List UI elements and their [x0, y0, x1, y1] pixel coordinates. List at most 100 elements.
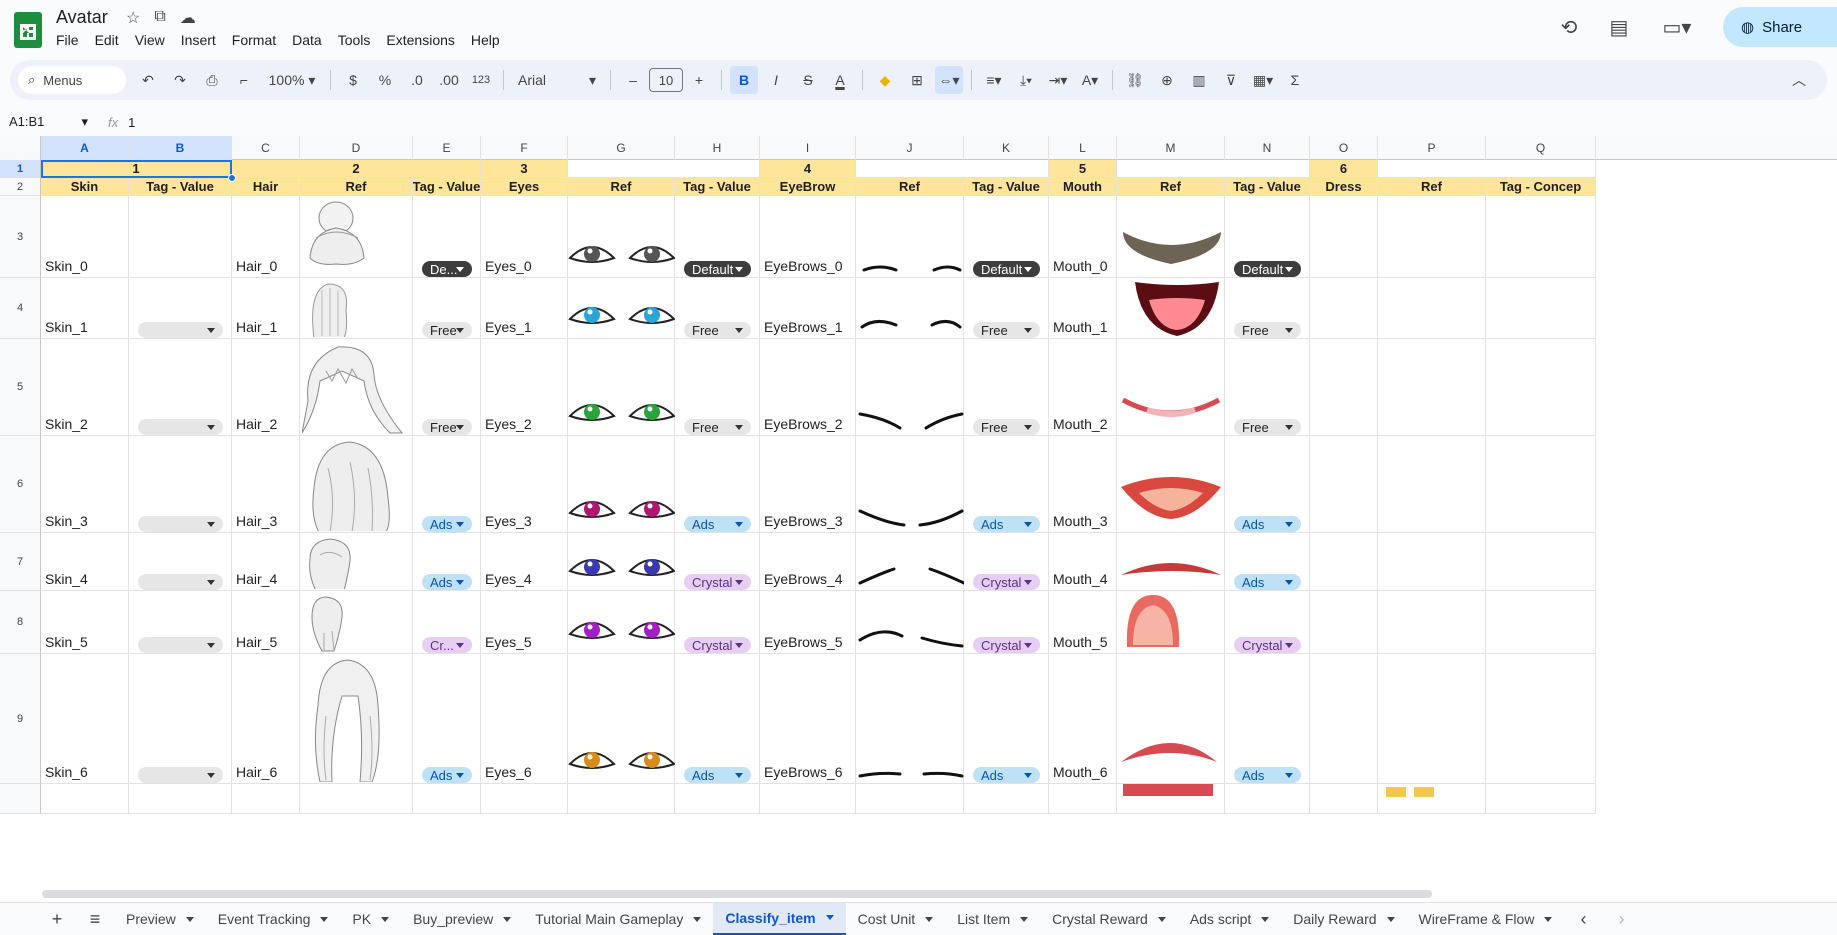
add-sheet-icon[interactable]: +	[38, 909, 76, 930]
chevron-down-icon[interactable]	[1157, 916, 1166, 922]
group-number-cell[interactable]: 6	[1310, 160, 1378, 178]
eyes-name-cell[interactable]: Eyes_2	[481, 339, 568, 436]
header-cell-k[interactable]: Tag - Value	[964, 178, 1049, 196]
scroll-tabs-right-icon[interactable]: ›	[1602, 909, 1640, 930]
column-header-e[interactable]: E	[413, 136, 481, 160]
more-formats-button[interactable]: 123	[467, 66, 495, 94]
column-header-b[interactable]: B	[129, 136, 232, 160]
merge-cells-icon[interactable]: ⇔▾	[935, 66, 963, 94]
mouth-tag-dropdown[interactable]: Crystal	[1234, 637, 1301, 653]
cell-e9[interactable]	[413, 654, 481, 784]
spreadsheet-grid[interactable]: ABCDEFGHIJKLMNOPQ 1 2 3 4 5 6 7 8 9 1 2 3 4 5 6 Skin Tag…	[0, 136, 1837, 902]
menu-search[interactable]: ⌕ Menus	[18, 66, 126, 94]
cell-k9[interactable]	[964, 654, 1049, 784]
menu-edit[interactable]: Edit	[95, 32, 125, 48]
undo-icon[interactable]: ↶	[134, 66, 162, 94]
menu-format[interactable]: Format	[232, 32, 282, 48]
hair-name-cell[interactable]: Hair_5	[232, 591, 300, 654]
brow-name-cell[interactable]: EyeBrows_1	[760, 278, 856, 339]
column-header-i[interactable]: I	[760, 136, 856, 160]
sheet-tab-tutorial-main-gameplay[interactable]: Tutorial Main Gameplay	[523, 903, 713, 935]
eyes-tag-dropdown[interactable]: Default	[684, 261, 751, 277]
cell-q7[interactable]	[1486, 533, 1596, 591]
hair-name-cell[interactable]: Hair_0	[232, 196, 300, 278]
cell-h9[interactable]	[675, 654, 760, 784]
eyes-tag-dropdown[interactable]: Ads	[684, 767, 751, 783]
cell-partial[interactable]	[760, 784, 856, 814]
header-cell-m[interactable]: Ref	[1117, 178, 1225, 196]
cell-p3[interactable]	[1378, 196, 1486, 278]
hair-tag-dropdown[interactable]: Ads	[422, 516, 472, 532]
eyes-name-cell[interactable]: Eyes_5	[481, 591, 568, 654]
text-rotation-icon[interactable]: A▾	[1076, 66, 1104, 94]
brow-tag-dropdown[interactable]: Ads	[973, 767, 1040, 783]
cell-q9[interactable]	[1486, 654, 1596, 784]
skin-name-cell[interactable]: Skin_5	[41, 591, 129, 654]
cell-partial[interactable]	[1310, 784, 1378, 814]
header-cell-l[interactable]: Mouth	[1049, 178, 1117, 196]
star-icon[interactable]: ☆	[126, 8, 140, 28]
vertical-align-icon[interactable]: ⤓▾	[1012, 66, 1040, 94]
header-cell-h[interactable]: Tag - Value	[675, 178, 760, 196]
skin-tag-dropdown[interactable]	[138, 637, 223, 653]
fill-color-icon[interactable]: ◆	[871, 66, 899, 94]
empty-cell[interactable]	[568, 160, 760, 178]
sheet-tab-ads-script[interactable]: Ads script	[1178, 903, 1281, 935]
cell-partial[interactable]	[41, 784, 129, 814]
currency-button[interactable]: $	[339, 66, 367, 94]
skin-name-cell[interactable]: Skin_3	[41, 436, 129, 533]
sheet-tab-cost-unit[interactable]: Cost Unit	[846, 903, 946, 935]
brow-tag-dropdown[interactable]: Free	[973, 322, 1040, 338]
header-cell-g[interactable]: Ref	[568, 178, 675, 196]
sheet-tab-daily-reward[interactable]: Daily Reward	[1281, 903, 1406, 935]
sheet-tab-preview[interactable]: Preview	[114, 903, 206, 935]
mouth-tag-dropdown[interactable]: Default	[1234, 261, 1301, 277]
header-cell-c[interactable]: Hair	[232, 178, 300, 196]
name-box[interactable]: A1:B1 ▾	[0, 114, 96, 130]
mouth-tag-dropdown[interactable]: Ads	[1234, 574, 1301, 590]
chevron-down-icon[interactable]	[1386, 916, 1395, 922]
column-header-p[interactable]: P	[1378, 136, 1486, 160]
eyes-tag-dropdown[interactable]: Ads	[684, 516, 751, 532]
mouth-tag-dropdown[interactable]: Free	[1234, 419, 1301, 435]
cell-o7[interactable]	[1310, 533, 1378, 591]
cell-n9[interactable]	[1225, 654, 1310, 784]
cell-b3[interactable]	[129, 196, 232, 278]
skin-name-cell[interactable]: Skin_6	[41, 654, 129, 784]
cell-p8[interactable]	[1378, 591, 1486, 654]
eyes-name-cell[interactable]: Eyes_0	[481, 196, 568, 278]
menu-tools[interactable]: Tools	[338, 32, 377, 48]
brow-tag-dropdown[interactable]: Ads	[973, 516, 1040, 532]
column-header-h[interactable]: H	[675, 136, 760, 160]
column-header-q[interactable]: Q	[1486, 136, 1596, 160]
skin-tag-dropdown[interactable]	[138, 767, 223, 783]
history-icon[interactable]: ⟲	[1557, 15, 1581, 39]
brow-name-cell[interactable]: EyeBrows_0	[760, 196, 856, 278]
menu-file[interactable]: File	[56, 32, 85, 48]
skin-name-cell[interactable]: Skin_1	[41, 278, 129, 339]
font-size-increase-button[interactable]: +	[685, 66, 713, 94]
insert-chart-icon[interactable]: ▥	[1185, 66, 1213, 94]
cell-q6[interactable]	[1486, 436, 1596, 533]
text-wrapping-icon[interactable]: ⇥▾	[1044, 66, 1072, 94]
eyes-name-cell[interactable]: Eyes_1	[481, 278, 568, 339]
chevron-down-icon[interactable]	[503, 916, 512, 922]
chevron-down-icon[interactable]	[1020, 916, 1029, 922]
group-number-cell[interactable]: 4	[760, 160, 856, 178]
cell-o3[interactable]	[1310, 196, 1378, 278]
group-number-cell[interactable]: 1	[41, 160, 232, 178]
sheet-tab-buy-preview[interactable]: Buy_preview	[401, 903, 523, 935]
formula-input[interactable]: 1	[128, 115, 135, 130]
text-color-button[interactable]: A	[826, 66, 854, 94]
header-cell-q[interactable]: Tag - Concep	[1486, 178, 1596, 196]
row-header-7[interactable]: 7	[0, 533, 41, 591]
empty-cell[interactable]	[1117, 160, 1310, 178]
cell-p6[interactable]	[1378, 436, 1486, 533]
column-header-l[interactable]: L	[1049, 136, 1117, 160]
mouth-name-cell[interactable]: Mouth_3	[1049, 436, 1117, 533]
skin-name-cell[interactable]: Skin_4	[41, 533, 129, 591]
font-select[interactable]: Arial ▾	[512, 66, 602, 94]
mouth-name-cell[interactable]: Mouth_0	[1049, 196, 1117, 278]
sheet-tab-wireframe-flow[interactable]: WireFrame & Flow	[1407, 903, 1565, 935]
header-cell-d[interactable]: Ref	[300, 178, 413, 196]
